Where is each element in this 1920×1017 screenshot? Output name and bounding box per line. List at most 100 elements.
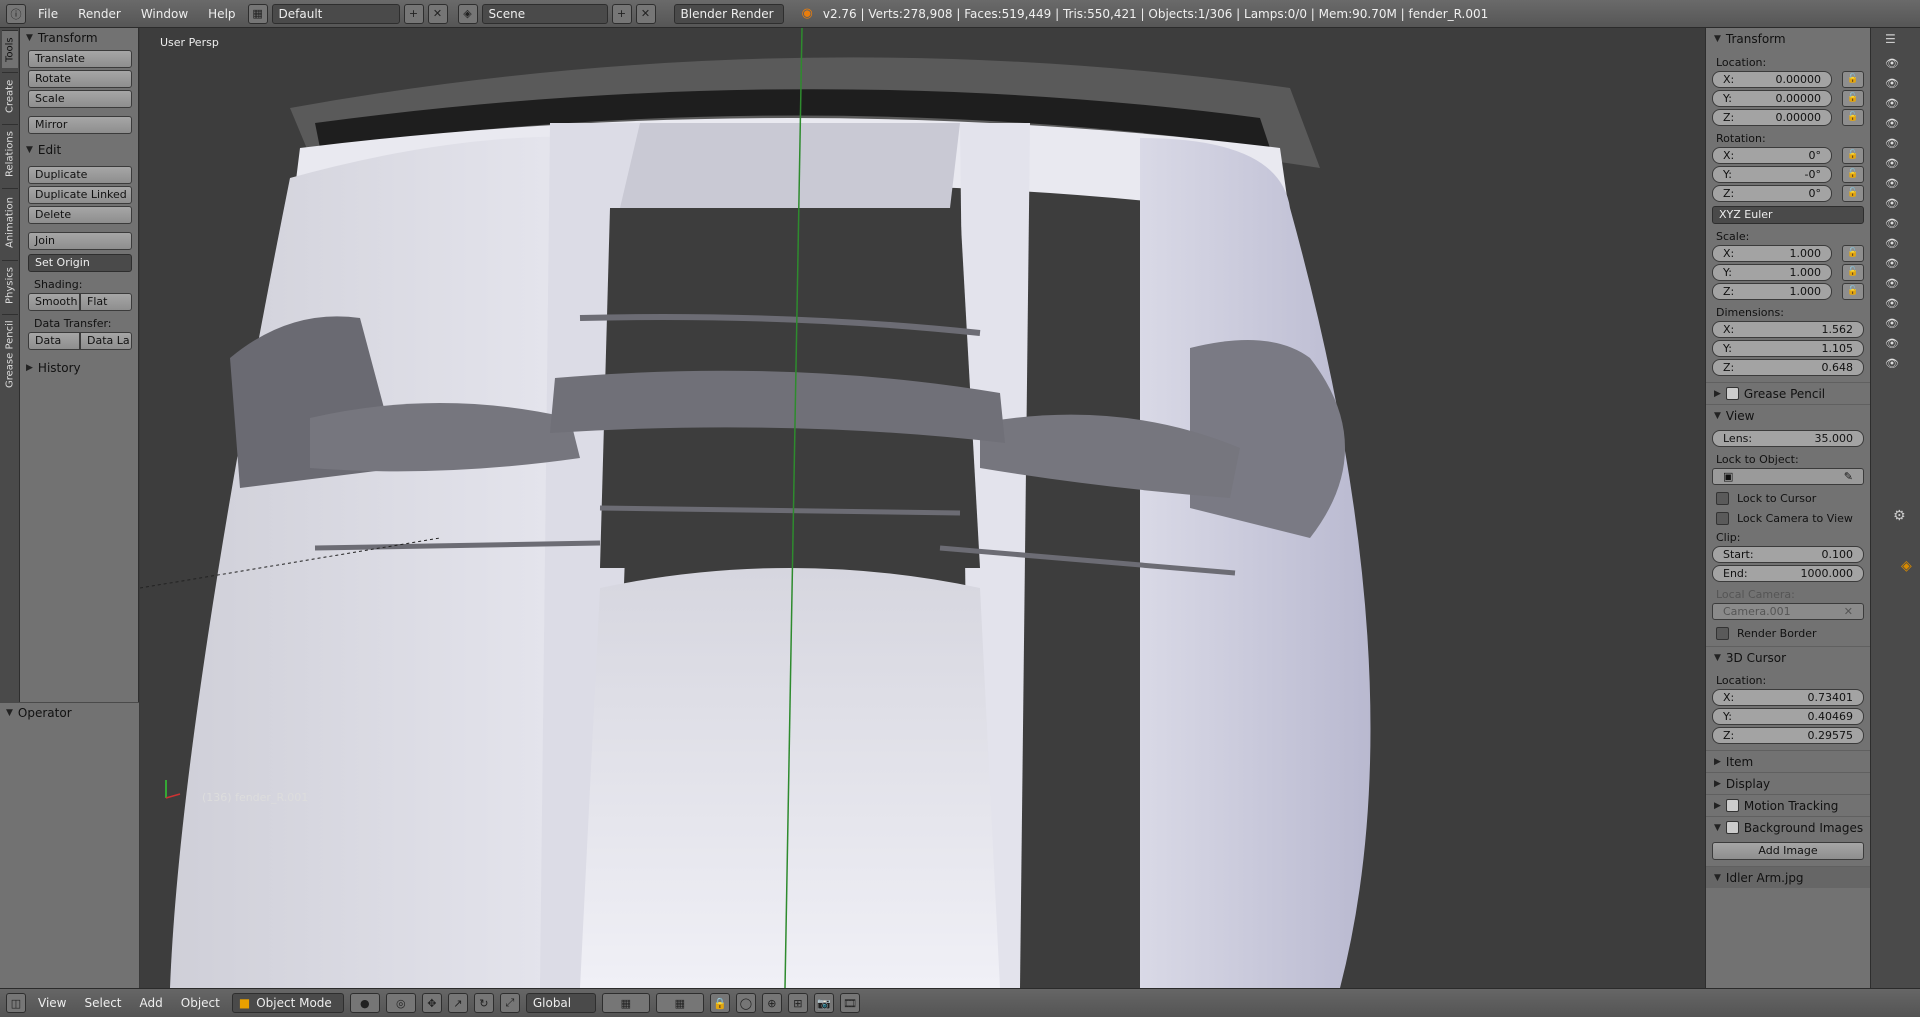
grease-pencil-panel-header[interactable]: ▶ Grease Pencil: [1706, 382, 1870, 404]
add-image-button[interactable]: Add Image: [1712, 842, 1864, 860]
scene-icon[interactable]: ◈: [457, 3, 478, 24]
scale-button[interactable]: Scale: [28, 90, 132, 108]
lock-to-object-field[interactable]: ▣ ✎: [1712, 468, 1864, 485]
viewport-scene[interactable]: [140, 28, 1705, 988]
rotate-manipulator-icon[interactable]: ↻: [473, 993, 494, 1013]
rotation-y-field[interactable]: Y: -0°: [1712, 166, 1832, 183]
menu-file[interactable]: File: [30, 7, 66, 21]
rotation-z-field[interactable]: Z: 0°: [1712, 185, 1832, 202]
cursor-x-field[interactable]: X: 0.73401: [1712, 689, 1864, 706]
lock-camera-to-view-checkbox[interactable]: [1716, 512, 1729, 525]
location-x-field[interactable]: X: 0.00000: [1712, 71, 1832, 88]
add-layout-icon[interactable]: +: [403, 3, 424, 24]
dimensions-z-field[interactable]: Z: 0.648: [1712, 359, 1864, 376]
edit-panel-header[interactable]: ▼ Edit: [20, 140, 138, 160]
translate-button[interactable]: Translate: [28, 50, 132, 68]
remove-scene-icon[interactable]: ✕: [635, 3, 656, 24]
view-panel-header[interactable]: ▼ View: [1706, 404, 1870, 426]
viewport-shading-icon[interactable]: ●: [349, 993, 380, 1013]
render-engine-select[interactable]: Blender Render: [673, 3, 784, 24]
tab-tools[interactable]: Tools: [2, 30, 18, 68]
display-panel-header[interactable]: ▶ Display: [1706, 772, 1870, 794]
cursor-y-field[interactable]: Y: 0.40469: [1712, 708, 1864, 725]
scale-manipulator-icon[interactable]: ⤢: [499, 993, 520, 1013]
lock-camera-to-view-row[interactable]: Lock Camera to View: [1716, 512, 1870, 525]
tab-create[interactable]: Create: [2, 72, 18, 120]
lock-layers-icon[interactable]: 🔒: [709, 993, 730, 1013]
set-origin-dropdown[interactable]: Set Origin: [28, 254, 132, 272]
manipulator-toggle-icon[interactable]: ✥: [421, 993, 442, 1013]
rotation-mode-dropdown[interactable]: XYZ Euler: [1712, 206, 1864, 224]
interaction-mode-select[interactable]: ■ Object Mode: [231, 993, 344, 1013]
lock-icon[interactable]: 🔓: [1842, 185, 1864, 202]
menu-object[interactable]: Object: [175, 996, 226, 1010]
lock-icon[interactable]: 🔓: [1842, 109, 1864, 126]
mirror-button[interactable]: Mirror: [28, 116, 132, 134]
duplicate-linked-button[interactable]: Duplicate Linked: [28, 186, 132, 204]
smooth-button[interactable]: Smooth: [28, 293, 80, 311]
menu-add[interactable]: Add: [134, 996, 169, 1010]
location-z-field[interactable]: Z: 0.00000: [1712, 109, 1832, 126]
lock-to-cursor-checkbox[interactable]: [1716, 492, 1729, 505]
lock-icon[interactable]: 🔓: [1842, 90, 1864, 107]
cursor-z-field[interactable]: Z: 0.29575: [1712, 727, 1864, 744]
opengl-render-icon[interactable]: 📷: [813, 993, 834, 1013]
lock-icon[interactable]: 🔓: [1842, 166, 1864, 183]
operator-panel-header[interactable]: ▼ Operator: [0, 703, 139, 723]
object-properties-icon[interactable]: ◈: [1901, 558, 1912, 574]
transform-properties-header[interactable]: ▼ Transform: [1706, 28, 1870, 50]
clip-start-field[interactable]: Start: 0.100: [1712, 546, 1864, 563]
lock-icon[interactable]: 🔓: [1842, 245, 1864, 262]
outliner-toggle-icon[interactable]: ☰: [1885, 32, 1920, 46]
proportional-edit-icon[interactable]: ◯: [735, 993, 756, 1013]
rotate-button[interactable]: Rotate: [28, 70, 132, 88]
scale-y-field[interactable]: Y: 1.000: [1712, 264, 1832, 281]
tab-animation[interactable]: Animation: [2, 188, 18, 256]
rotation-x-field[interactable]: X: 0°: [1712, 147, 1832, 164]
editor-type-3d-view-icon[interactable]: ◫: [6, 993, 26, 1013]
flat-button[interactable]: Flat: [80, 293, 132, 311]
screen-layout-icon[interactable]: ▦: [247, 3, 268, 24]
menu-render[interactable]: Render: [70, 7, 129, 21]
layers-grid-icon[interactable]: ▦: [601, 993, 650, 1013]
lock-icon[interactable]: 🔓: [1842, 147, 1864, 164]
add-scene-icon[interactable]: +: [611, 3, 632, 24]
item-panel-header[interactable]: ▶ Item: [1706, 750, 1870, 772]
menu-help[interactable]: Help: [200, 7, 243, 21]
join-button[interactable]: Join: [28, 232, 132, 250]
location-y-field[interactable]: Y: 0.00000: [1712, 90, 1832, 107]
screen-layout-field[interactable]: Default: [271, 3, 400, 24]
tab-physics[interactable]: Physics: [2, 260, 18, 310]
3d-cursor-panel-header[interactable]: ▼ 3D Cursor: [1706, 646, 1870, 668]
background-image-entry[interactable]: ▼ Idler Arm.jpg: [1706, 866, 1870, 888]
snap-icon[interactable]: ⊕: [761, 993, 782, 1013]
scale-z-field[interactable]: Z: 1.000: [1712, 283, 1832, 300]
pivot-point-icon[interactable]: ◎: [385, 993, 416, 1013]
tab-grease-pencil[interactable]: Grease Pencil: [2, 314, 18, 394]
dimensions-y-field[interactable]: Y: 1.105: [1712, 340, 1864, 357]
transform-panel-header[interactable]: ▼ Transform: [20, 28, 138, 48]
menu-view[interactable]: View: [32, 996, 72, 1010]
lens-field[interactable]: Lens: 35.000: [1712, 430, 1864, 447]
motion-tracking-checkbox[interactable]: [1725, 799, 1739, 812]
menu-select[interactable]: Select: [78, 996, 127, 1010]
history-panel-header[interactable]: ▶ History: [20, 358, 138, 378]
opengl-animation-icon[interactable]: 🎞: [839, 993, 860, 1013]
close-icon[interactable]: ✕: [1844, 604, 1853, 619]
render-border-checkbox[interactable]: [1716, 627, 1729, 640]
local-camera-field[interactable]: Camera.001 ✕: [1712, 603, 1864, 620]
transform-orientation-select[interactable]: Global: [525, 993, 596, 1013]
editor-type-info-icon[interactable]: ⓘ: [6, 3, 26, 24]
tab-relations[interactable]: Relations: [2, 124, 18, 184]
motion-tracking-panel-header[interactable]: ▶ Motion Tracking: [1706, 794, 1870, 816]
lock-icon[interactable]: 🔓: [1842, 283, 1864, 300]
clip-end-field[interactable]: End: 1000.000: [1712, 565, 1864, 582]
lock-icon[interactable]: 🔓: [1842, 71, 1864, 88]
remove-layout-icon[interactable]: ✕: [427, 3, 448, 24]
lock-icon[interactable]: 🔓: [1842, 264, 1864, 281]
translate-manipulator-icon[interactable]: ↗: [447, 993, 468, 1013]
grease-pencil-checkbox[interactable]: [1725, 387, 1739, 400]
visibility-eye-icons[interactable]: 👁 👁 👁 👁 👁 👁 👁 👁 👁 👁 👁 👁 👁 👁 👁 👁: [1885, 54, 1920, 374]
eyedropper-icon[interactable]: ✎: [1844, 469, 1853, 484]
scene-field[interactable]: Scene: [481, 3, 608, 24]
